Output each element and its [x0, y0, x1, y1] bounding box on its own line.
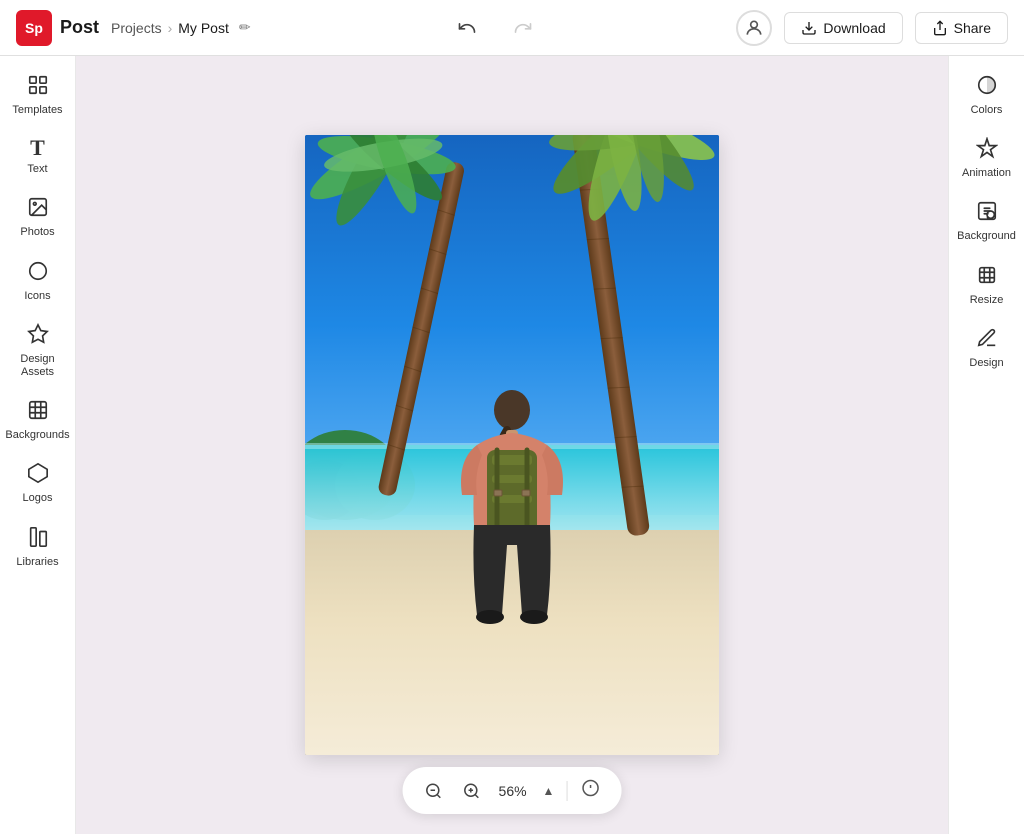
colors-icon: [976, 74, 998, 100]
main-area: Templates T Text Photos Icons Design Ass…: [0, 56, 1024, 834]
sidebar-item-design[interactable]: Design: [949, 317, 1024, 380]
background-icon: [976, 200, 998, 226]
canvas-image[interactable]: [305, 135, 719, 755]
app-header: Sp Post Projects › My Post ✏ Download Sh…: [0, 0, 1024, 56]
info-button[interactable]: [575, 775, 605, 806]
user-avatar-button[interactable]: [736, 10, 772, 46]
breadcrumb-parent[interactable]: Projects: [111, 20, 162, 36]
header-right-actions: Download Share: [736, 10, 1008, 46]
resize-label: Resize: [970, 294, 1004, 307]
design-label: Design: [969, 357, 1003, 370]
libraries-label: Libraries: [16, 556, 58, 569]
sidebar-right: Colors Animation Background Resize Desig: [948, 56, 1024, 834]
share-label: Share: [954, 20, 991, 36]
canvas-area[interactable]: 56% ▲: [76, 56, 948, 834]
zoom-divider: [566, 781, 567, 801]
sidebar-item-backgrounds[interactable]: Backgrounds: [0, 389, 75, 452]
sidebar-left: Templates T Text Photos Icons Design Ass…: [0, 56, 76, 834]
background-label: Background: [957, 230, 1016, 243]
edit-title-button[interactable]: ✏: [235, 17, 255, 38]
colors-label: Colors: [971, 104, 1003, 117]
canvas-wrapper: [305, 135, 719, 755]
logos-icon: [27, 462, 49, 488]
share-button[interactable]: Share: [915, 12, 1008, 44]
icons-icon: [27, 260, 49, 286]
redo-button[interactable]: [505, 14, 541, 42]
photos-icon: [27, 196, 49, 222]
breadcrumb-current: My Post: [178, 20, 229, 36]
sidebar-item-icons[interactable]: Icons: [0, 250, 75, 313]
text-icon: T: [30, 137, 45, 159]
icons-label: Icons: [24, 290, 50, 303]
beach-scene-svg: [305, 135, 719, 755]
zoom-arrow-up[interactable]: ▲: [539, 782, 559, 800]
breadcrumb-separator: ›: [168, 20, 173, 36]
zoom-toolbar: 56% ▲: [403, 767, 622, 814]
design-assets-label: Design Assets: [4, 353, 71, 379]
sidebar-item-logos[interactable]: Logos: [0, 452, 75, 515]
libraries-icon: [27, 526, 49, 552]
sidebar-item-text[interactable]: T Text: [0, 127, 75, 186]
breadcrumb: Projects › My Post ✏: [111, 17, 255, 38]
logo-area: Sp Post: [16, 10, 99, 46]
app-logo: Sp: [16, 10, 52, 46]
app-name: Post: [60, 17, 99, 38]
animation-icon: [976, 137, 998, 163]
backgrounds-label: Backgrounds: [5, 429, 69, 442]
sidebar-item-colors[interactable]: Colors: [949, 64, 1024, 127]
design-assets-icon: [27, 323, 49, 349]
download-label: Download: [823, 20, 885, 36]
photos-label: Photos: [20, 226, 54, 239]
animation-label: Animation: [962, 167, 1011, 180]
sidebar-item-resize[interactable]: Resize: [949, 254, 1024, 317]
templates-icon: [27, 74, 49, 100]
header-center-actions: [267, 14, 725, 42]
sidebar-item-libraries[interactable]: Libraries: [0, 516, 75, 579]
backgrounds-icon: [27, 399, 49, 425]
zoom-out-button[interactable]: [419, 778, 449, 804]
sidebar-item-photos[interactable]: Photos: [0, 186, 75, 249]
templates-label: Templates: [12, 104, 62, 117]
logos-label: Logos: [23, 492, 53, 505]
undo-button[interactable]: [449, 14, 485, 42]
zoom-value: 56%: [495, 783, 531, 799]
text-label: Text: [27, 163, 47, 176]
sidebar-item-background[interactable]: Background: [949, 190, 1024, 253]
download-button[interactable]: Download: [784, 12, 902, 44]
sidebar-item-animation[interactable]: Animation: [949, 127, 1024, 190]
sidebar-item-design-assets[interactable]: Design Assets: [0, 313, 75, 389]
zoom-in-button[interactable]: [457, 778, 487, 804]
design-icon: [976, 327, 998, 353]
sidebar-item-templates[interactable]: Templates: [0, 64, 75, 127]
resize-icon: [976, 264, 998, 290]
